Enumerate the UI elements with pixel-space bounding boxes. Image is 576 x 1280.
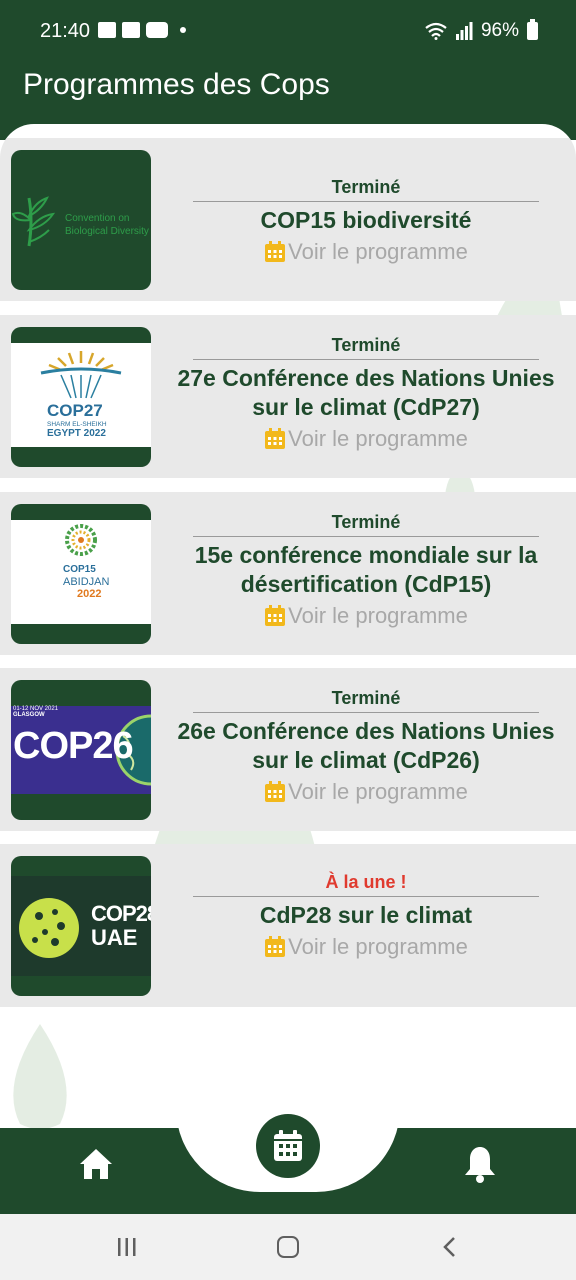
card-title: CdP28 sur le climat bbox=[259, 902, 473, 928]
status-bar: 21:40 96% bbox=[0, 0, 576, 46]
gallery-icon bbox=[98, 22, 116, 38]
sun-emblem-icon bbox=[65, 524, 97, 556]
signal-icon bbox=[455, 22, 473, 40]
view-program-link[interactable]: Voir le programme bbox=[166, 426, 566, 452]
status-label: Terminé bbox=[331, 177, 401, 197]
status-label: Terminé bbox=[331, 688, 401, 708]
cop-logo-cop28: COP28 UAE bbox=[11, 856, 151, 996]
page-title: Programmes des Cops bbox=[23, 68, 330, 101]
background-leaf-icon bbox=[13, 1024, 67, 1129]
divider bbox=[193, 359, 539, 360]
card-title: 15e conférence mondiale sur la désertifi… bbox=[194, 542, 538, 597]
divider bbox=[193, 712, 539, 713]
cop-card[interactable]: COP27 SHARM EL-SHEIKH EGYPT 2022 Terminé… bbox=[0, 315, 576, 478]
logo-text: COP27 SHARM EL-SHEIKH EGYPT 2022 bbox=[47, 401, 107, 439]
calendar-icon bbox=[274, 1130, 302, 1161]
divider bbox=[193, 536, 539, 537]
wifi-icon bbox=[425, 22, 447, 40]
cop-logo-cop15-abidjan: COP15 ABIDJAN 2022 bbox=[11, 504, 151, 644]
card-title: COP15 biodiversité bbox=[260, 207, 472, 233]
cop-logo-cbd: Convention on Biological Diversity bbox=[11, 150, 151, 290]
more-dot-icon bbox=[180, 27, 186, 33]
calendar-icon bbox=[265, 605, 286, 626]
home-system-icon[interactable] bbox=[277, 1236, 299, 1258]
calendar-icon bbox=[265, 241, 286, 262]
calendar-icon bbox=[265, 936, 286, 957]
cop-logo-cop26: 01-12 NOV 2021 GLASGOW COP26 bbox=[11, 680, 151, 820]
notification-icons bbox=[98, 22, 186, 38]
battery-percent: 96% bbox=[480, 20, 519, 41]
status-time: 21:40 bbox=[40, 20, 91, 42]
view-program-link[interactable]: Voir le programme bbox=[166, 779, 566, 805]
youtube-icon bbox=[146, 22, 168, 38]
calendar-fab-button[interactable] bbox=[256, 1114, 320, 1178]
logo-text: COP28 UAE bbox=[91, 901, 151, 950]
logo-text: 01-12 NOV 2021 GLASGOW COP26 bbox=[13, 706, 134, 767]
view-program-link[interactable]: Voir le programme bbox=[166, 239, 566, 265]
cop-logo-cop27: COP27 SHARM EL-SHEIKH EGYPT 2022 bbox=[11, 327, 151, 467]
calendar-icon bbox=[265, 781, 286, 802]
card-info: Terminé 27e Conférence des Nations Unies… bbox=[166, 335, 566, 452]
cop28-globe-icon bbox=[19, 898, 79, 958]
calendar-icon bbox=[265, 428, 286, 449]
checkbox-icon bbox=[122, 22, 140, 38]
card-info: Terminé 15e conférence mondiale sur la d… bbox=[166, 512, 566, 629]
sun-rays-icon bbox=[40, 351, 122, 399]
system-navigation-bar bbox=[0, 1214, 576, 1280]
card-info: Terminé COP15 biodiversité Voir le progr… bbox=[166, 177, 566, 265]
home-icon[interactable] bbox=[78, 1146, 114, 1182]
logo-text: Convention on Biological Diversity bbox=[65, 213, 149, 237]
back-icon[interactable] bbox=[440, 1236, 460, 1258]
featured-label: À la une ! bbox=[325, 872, 407, 892]
recent-apps-icon[interactable] bbox=[116, 1236, 138, 1258]
card-info: À la une ! CdP28 sur le climat Voir le p… bbox=[166, 872, 566, 960]
cop-card[interactable]: COP15 ABIDJAN 2022 Terminé 15e conférenc… bbox=[0, 492, 576, 655]
system-status: 96% bbox=[425, 19, 538, 42]
cop-card[interactable]: COP28 UAE À la une ! CdP28 sur le climat… bbox=[0, 844, 576, 1007]
status-label: Terminé bbox=[331, 512, 401, 532]
cop-list: Convention on Biological Diversity Termi… bbox=[0, 124, 576, 1130]
card-info: Terminé 26e Conférence des Nations Unies… bbox=[166, 688, 566, 805]
divider bbox=[193, 201, 539, 202]
view-program-link[interactable]: Voir le programme bbox=[166, 603, 566, 629]
cop-card[interactable]: Convention on Biological Diversity Termi… bbox=[0, 138, 576, 301]
cop-card[interactable]: 01-12 NOV 2021 GLASGOW COP26 Terminé 26e… bbox=[0, 668, 576, 831]
view-program-link[interactable]: Voir le programme bbox=[166, 934, 566, 960]
logo-text: COP15 ABIDJAN 2022 bbox=[63, 564, 110, 600]
card-title: 26e Conférence des Nations Unies sur le … bbox=[177, 718, 555, 773]
divider bbox=[193, 896, 539, 897]
status-label: Terminé bbox=[331, 335, 401, 355]
battery-icon bbox=[527, 19, 538, 40]
card-title: 27e Conférence des Nations Unies sur le … bbox=[177, 365, 555, 420]
bell-icon[interactable] bbox=[462, 1145, 498, 1183]
